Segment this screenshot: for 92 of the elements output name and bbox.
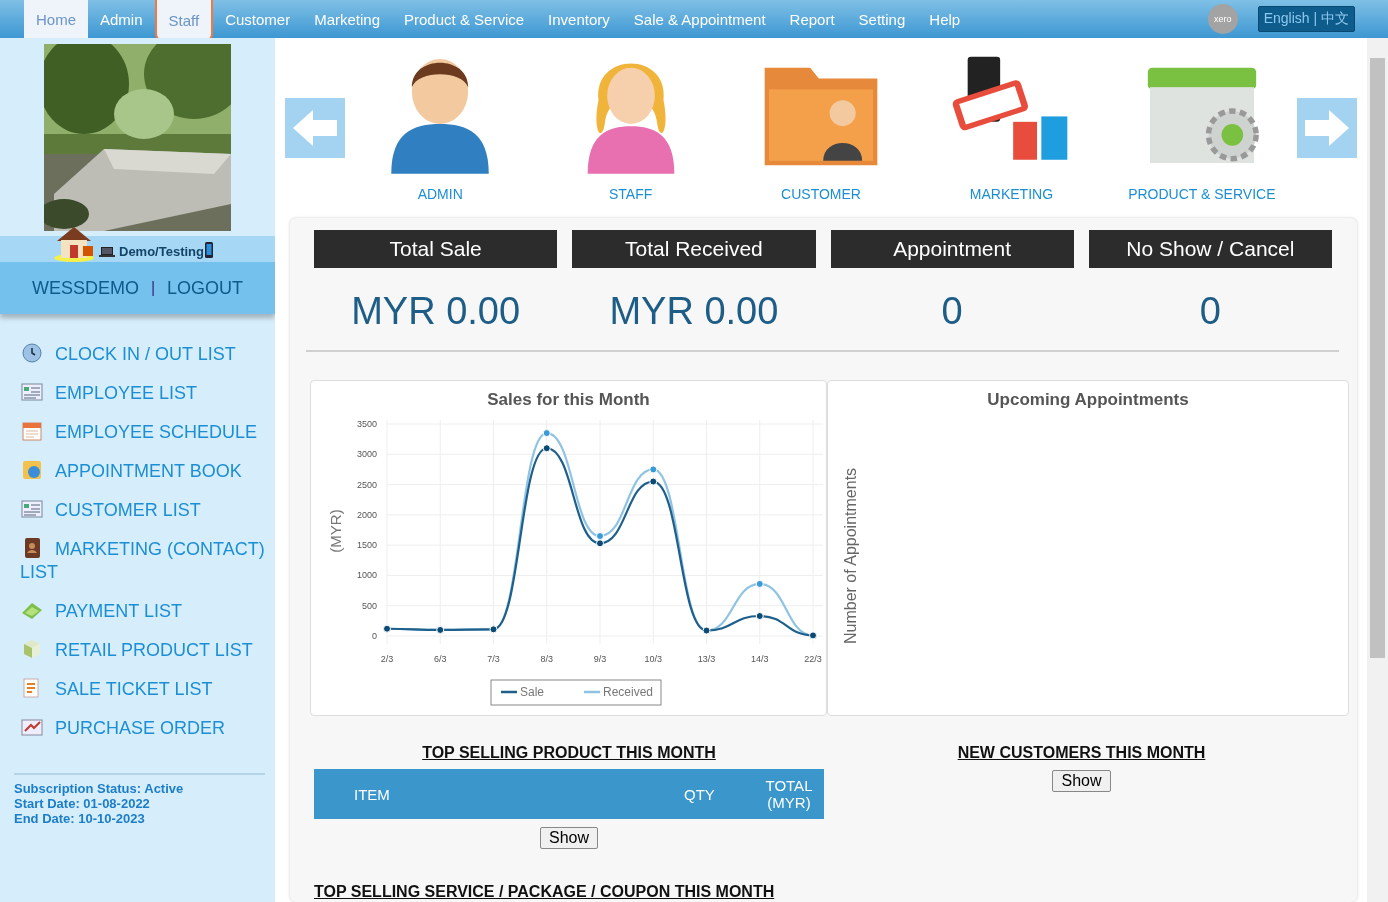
show-button[interactable]: Show	[1052, 770, 1111, 792]
separator: |	[150, 279, 156, 297]
sidebar-menu-item[interactable]: PAYMENT LIST	[20, 591, 265, 630]
legend-label: Sale	[520, 685, 545, 699]
book-icon	[20, 458, 44, 482]
axis-tick-label: 7/3	[487, 654, 500, 664]
column-header: ITEM	[353, 785, 391, 803]
shortcut-tile[interactable]: STAFF	[535, 38, 726, 202]
subscription-info: Subscription Status: Active	[14, 781, 185, 796]
legend-swatch	[584, 690, 600, 694]
axis-tick-label: 10/3	[644, 654, 662, 664]
account-label: Demo/Testing	[119, 244, 204, 259]
list-icon	[20, 380, 44, 404]
stat-title: No Show / Cancel	[1088, 230, 1332, 268]
data-point	[649, 465, 658, 474]
stat-title: Total Received	[572, 230, 816, 268]
nav-tab[interactable]: Help	[917, 0, 973, 38]
calendar-icon	[20, 419, 44, 443]
shortcut-tile[interactable]: MARKETING	[916, 38, 1107, 202]
nav-tab[interactable]: Product & Service	[392, 0, 537, 38]
laptop-icon	[99, 246, 115, 258]
data-point	[755, 579, 764, 588]
axis-tick-label: 22/3	[804, 654, 822, 664]
nav-tab[interactable]: Setting	[846, 0, 918, 38]
list-icon	[20, 497, 44, 521]
section-heading: TOP SELLING PRODUCT THIS MONTH	[422, 744, 716, 762]
axis-tick-label: 1500	[356, 540, 377, 551]
sidebar-menu-item[interactable]: MARKETING (CONTACT) LIST	[20, 529, 265, 591]
stat-title: Appointment	[830, 230, 1074, 268]
house-icon	[53, 224, 95, 262]
axis-tick-label: 2000	[356, 509, 377, 520]
sidebar-menu-item[interactable]: CLOCK IN / OUT LIST	[20, 334, 265, 373]
stat-title: Total Sale	[314, 230, 558, 268]
data-point	[755, 612, 764, 620]
axis-tick-label: 3500	[356, 419, 377, 429]
axis-tick-label: 8/3	[540, 654, 553, 664]
next-button[interactable]	[1297, 98, 1358, 158]
nav-tab[interactable]: Sale & Appointment	[621, 0, 778, 38]
data-point	[649, 477, 658, 486]
stat-value: 0	[1199, 290, 1221, 330]
axis-tick-label: 6/3	[434, 654, 447, 664]
xero-badge[interactable]: xero	[1207, 4, 1238, 34]
nav-tab[interactable]: Marketing	[302, 0, 393, 38]
legend-swatch	[501, 690, 517, 694]
axis-tick-label: 2/3	[380, 654, 394, 664]
chart-title: Sales for this Month	[486, 390, 651, 410]
sidebar-menu-item[interactable]: CUSTOMER LIST	[20, 490, 265, 529]
username-link[interactable]: WESSDEMO	[31, 277, 139, 299]
sidebar-menu-item[interactable]: EMPLOYEE LIST	[20, 373, 265, 412]
phone-icon	[205, 242, 213, 258]
axis-tick-label: 2500	[356, 479, 377, 490]
nav-tab[interactable]: Inventory	[536, 0, 622, 38]
axis-tick-label: 0	[372, 631, 377, 641]
axis-tick-label: 500	[361, 600, 377, 611]
data-point	[542, 429, 551, 438]
section-heading: NEW CUSTOMERS THIS MONTH	[957, 744, 1206, 762]
language-link[interactable]: English | 中文	[1257, 6, 1355, 32]
column-header: TOTAL (MYR)	[764, 777, 814, 811]
sidebar-menu-item[interactable]: RETAIL PRODUCT LIST	[20, 630, 265, 669]
clock-icon	[20, 341, 44, 365]
axis-tick-label: 1000	[356, 570, 377, 581]
show-button[interactable]: Show	[540, 827, 598, 849]
section-heading: TOP SELLING SERVICE / PACKAGE / COUPON THIS MONTH	[314, 883, 776, 901]
axis-tick-label: 13/3	[697, 654, 716, 664]
axis-title: (MYR)	[327, 509, 344, 553]
chart-title: Upcoming Appointments	[986, 390, 1190, 410]
shortcut-tile[interactable]: PRODUCT & SERVICE	[1106, 38, 1298, 202]
stat-value: 0	[941, 290, 963, 330]
axis-tick-label: 3000	[356, 449, 377, 460]
axis-tick-label: 9/3	[593, 654, 607, 664]
nav-tab[interactable]: Customer	[213, 0, 303, 38]
stat-value: MYR 0.00	[351, 290, 521, 330]
nav-tab[interactable]: Admin	[88, 0, 155, 38]
data-point	[542, 444, 551, 453]
sidebar-menu-item[interactable]: APPOINTMENT BOOK	[20, 451, 265, 490]
stat-value: MYR 0.00	[609, 290, 779, 330]
shortcut-tile[interactable]: ADMIN	[345, 38, 536, 202]
sidebar-menu-item[interactable]: SALE TICKET LIST	[20, 669, 265, 708]
nav-tab[interactable]: Report	[777, 0, 847, 38]
sidebar-menu-item[interactable]: EMPLOYEE SCHEDULE	[20, 412, 265, 451]
logout-link[interactable]: LOGOUT	[167, 277, 244, 299]
subscription-info: Start Date: 01-08-2022	[14, 796, 151, 811]
column-header: QTY	[684, 785, 716, 803]
nav-tab[interactable]: Home	[24, 0, 88, 38]
sidebar-menu-item[interactable]: PURCHASE ORDER	[20, 708, 265, 747]
previous-button[interactable]	[285, 98, 345, 158]
scrollbar[interactable]	[1367, 38, 1388, 902]
legend-label: Received	[603, 685, 654, 699]
shortcut-tile[interactable]: CUSTOMER	[725, 38, 917, 202]
axis-tick-label: 14/3	[751, 654, 769, 664]
axis-title: Number of Appointments	[842, 466, 860, 647]
subscription-info: End Date: 10-10-2023	[14, 811, 146, 826]
